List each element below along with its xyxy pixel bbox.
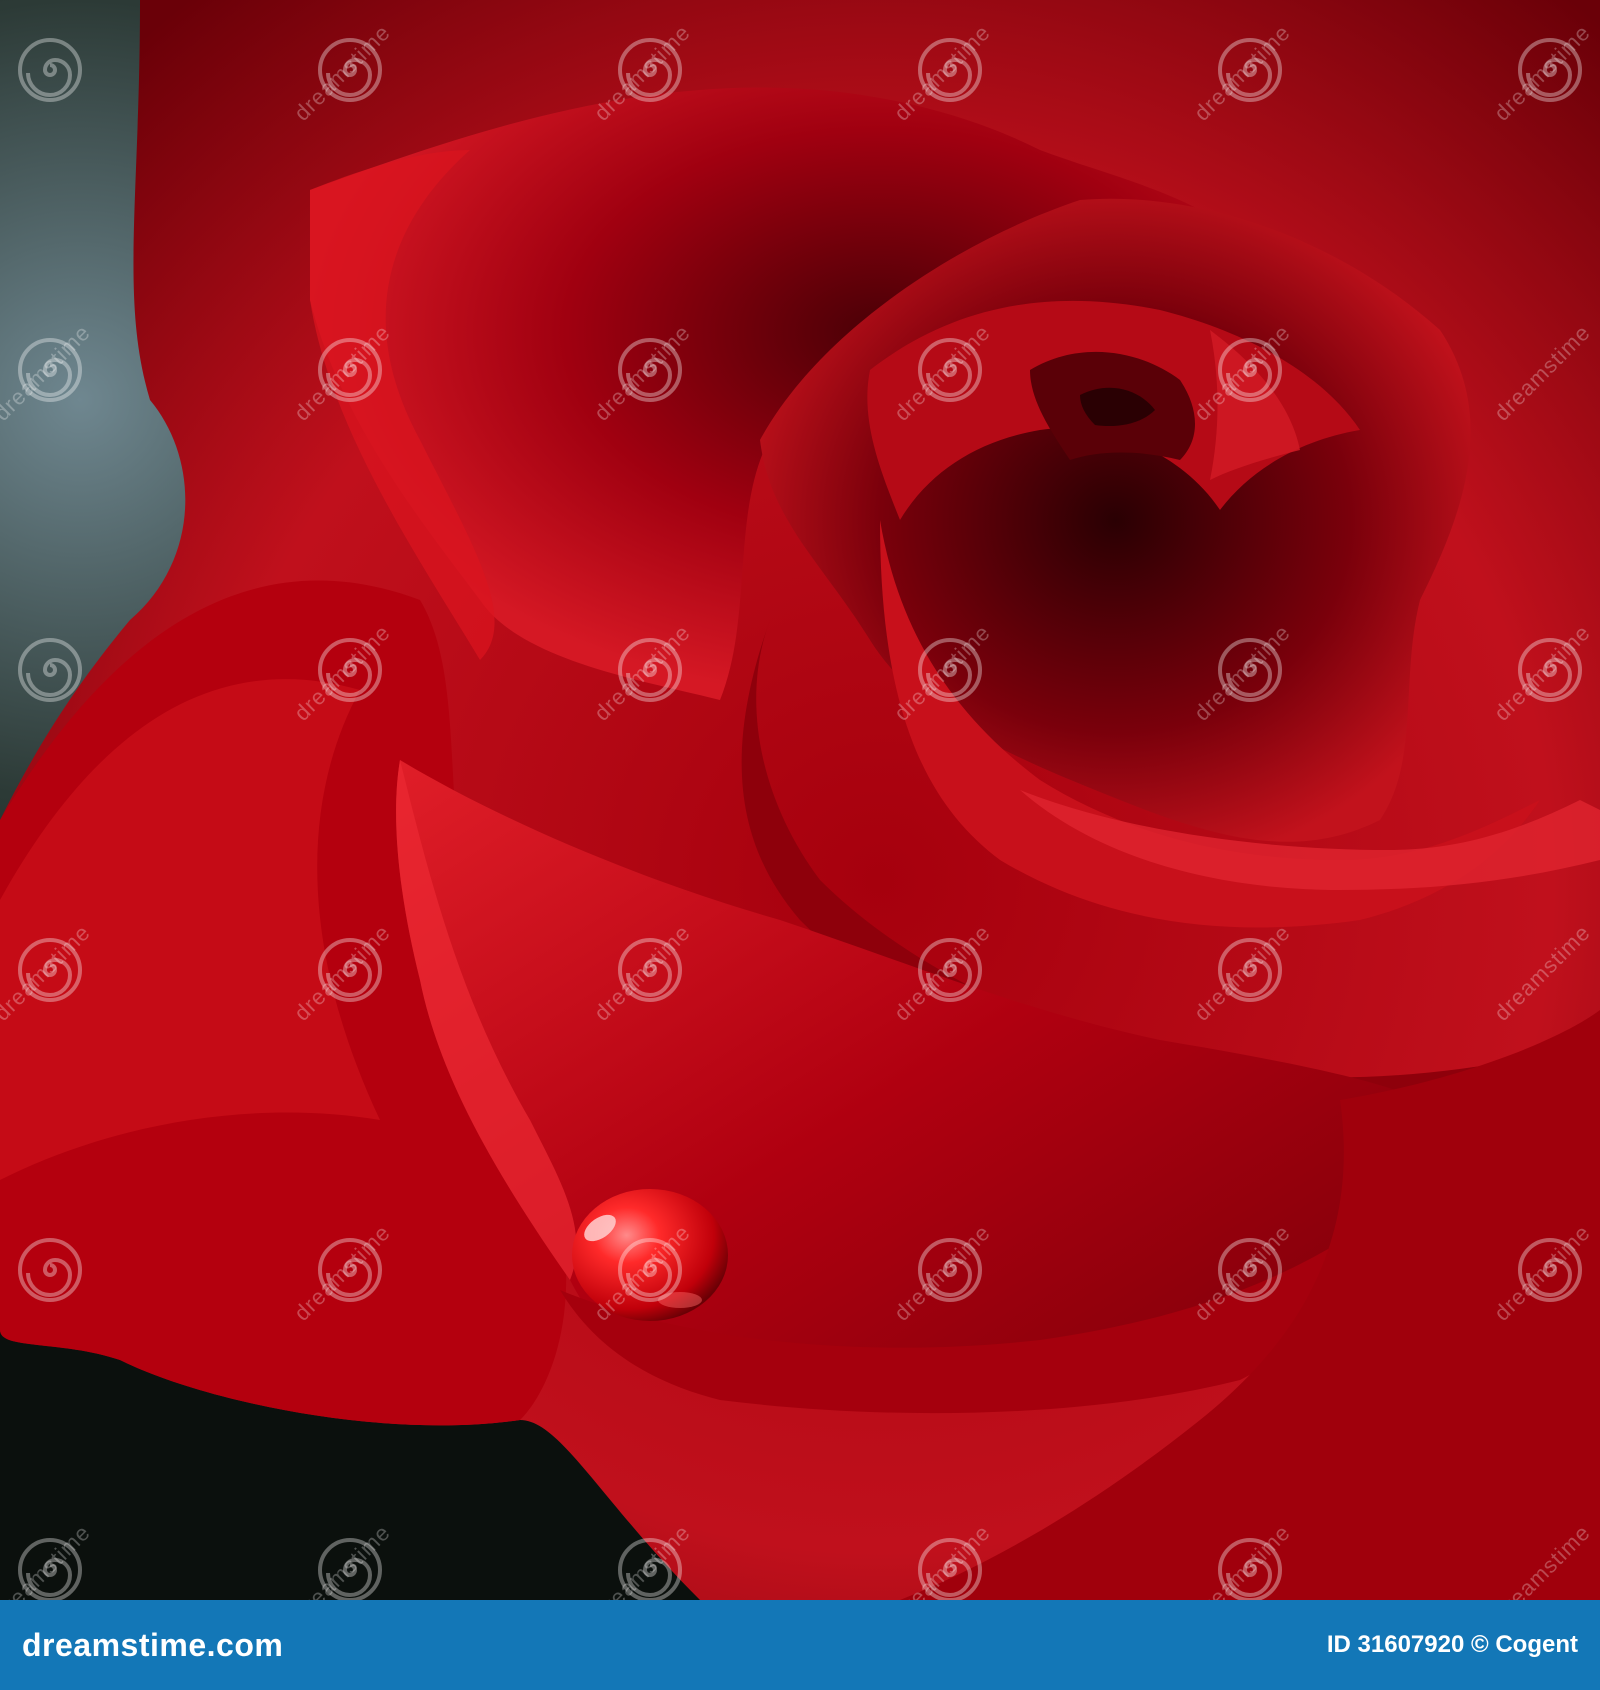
attribution-bar: dreamstime.com ID 31607920 © Cogent <box>0 1600 1600 1690</box>
image-id-credit: ID 31607920 © Cogent <box>1326 1631 1578 1658</box>
site-name: dreamstime.com <box>22 1626 284 1663</box>
rose-photo <box>0 0 1600 1600</box>
red-rose-image <box>0 0 1600 1600</box>
stock-photo-page: dreamstime dreamstime dreamstime dreamstime… <box>0 0 1600 1690</box>
